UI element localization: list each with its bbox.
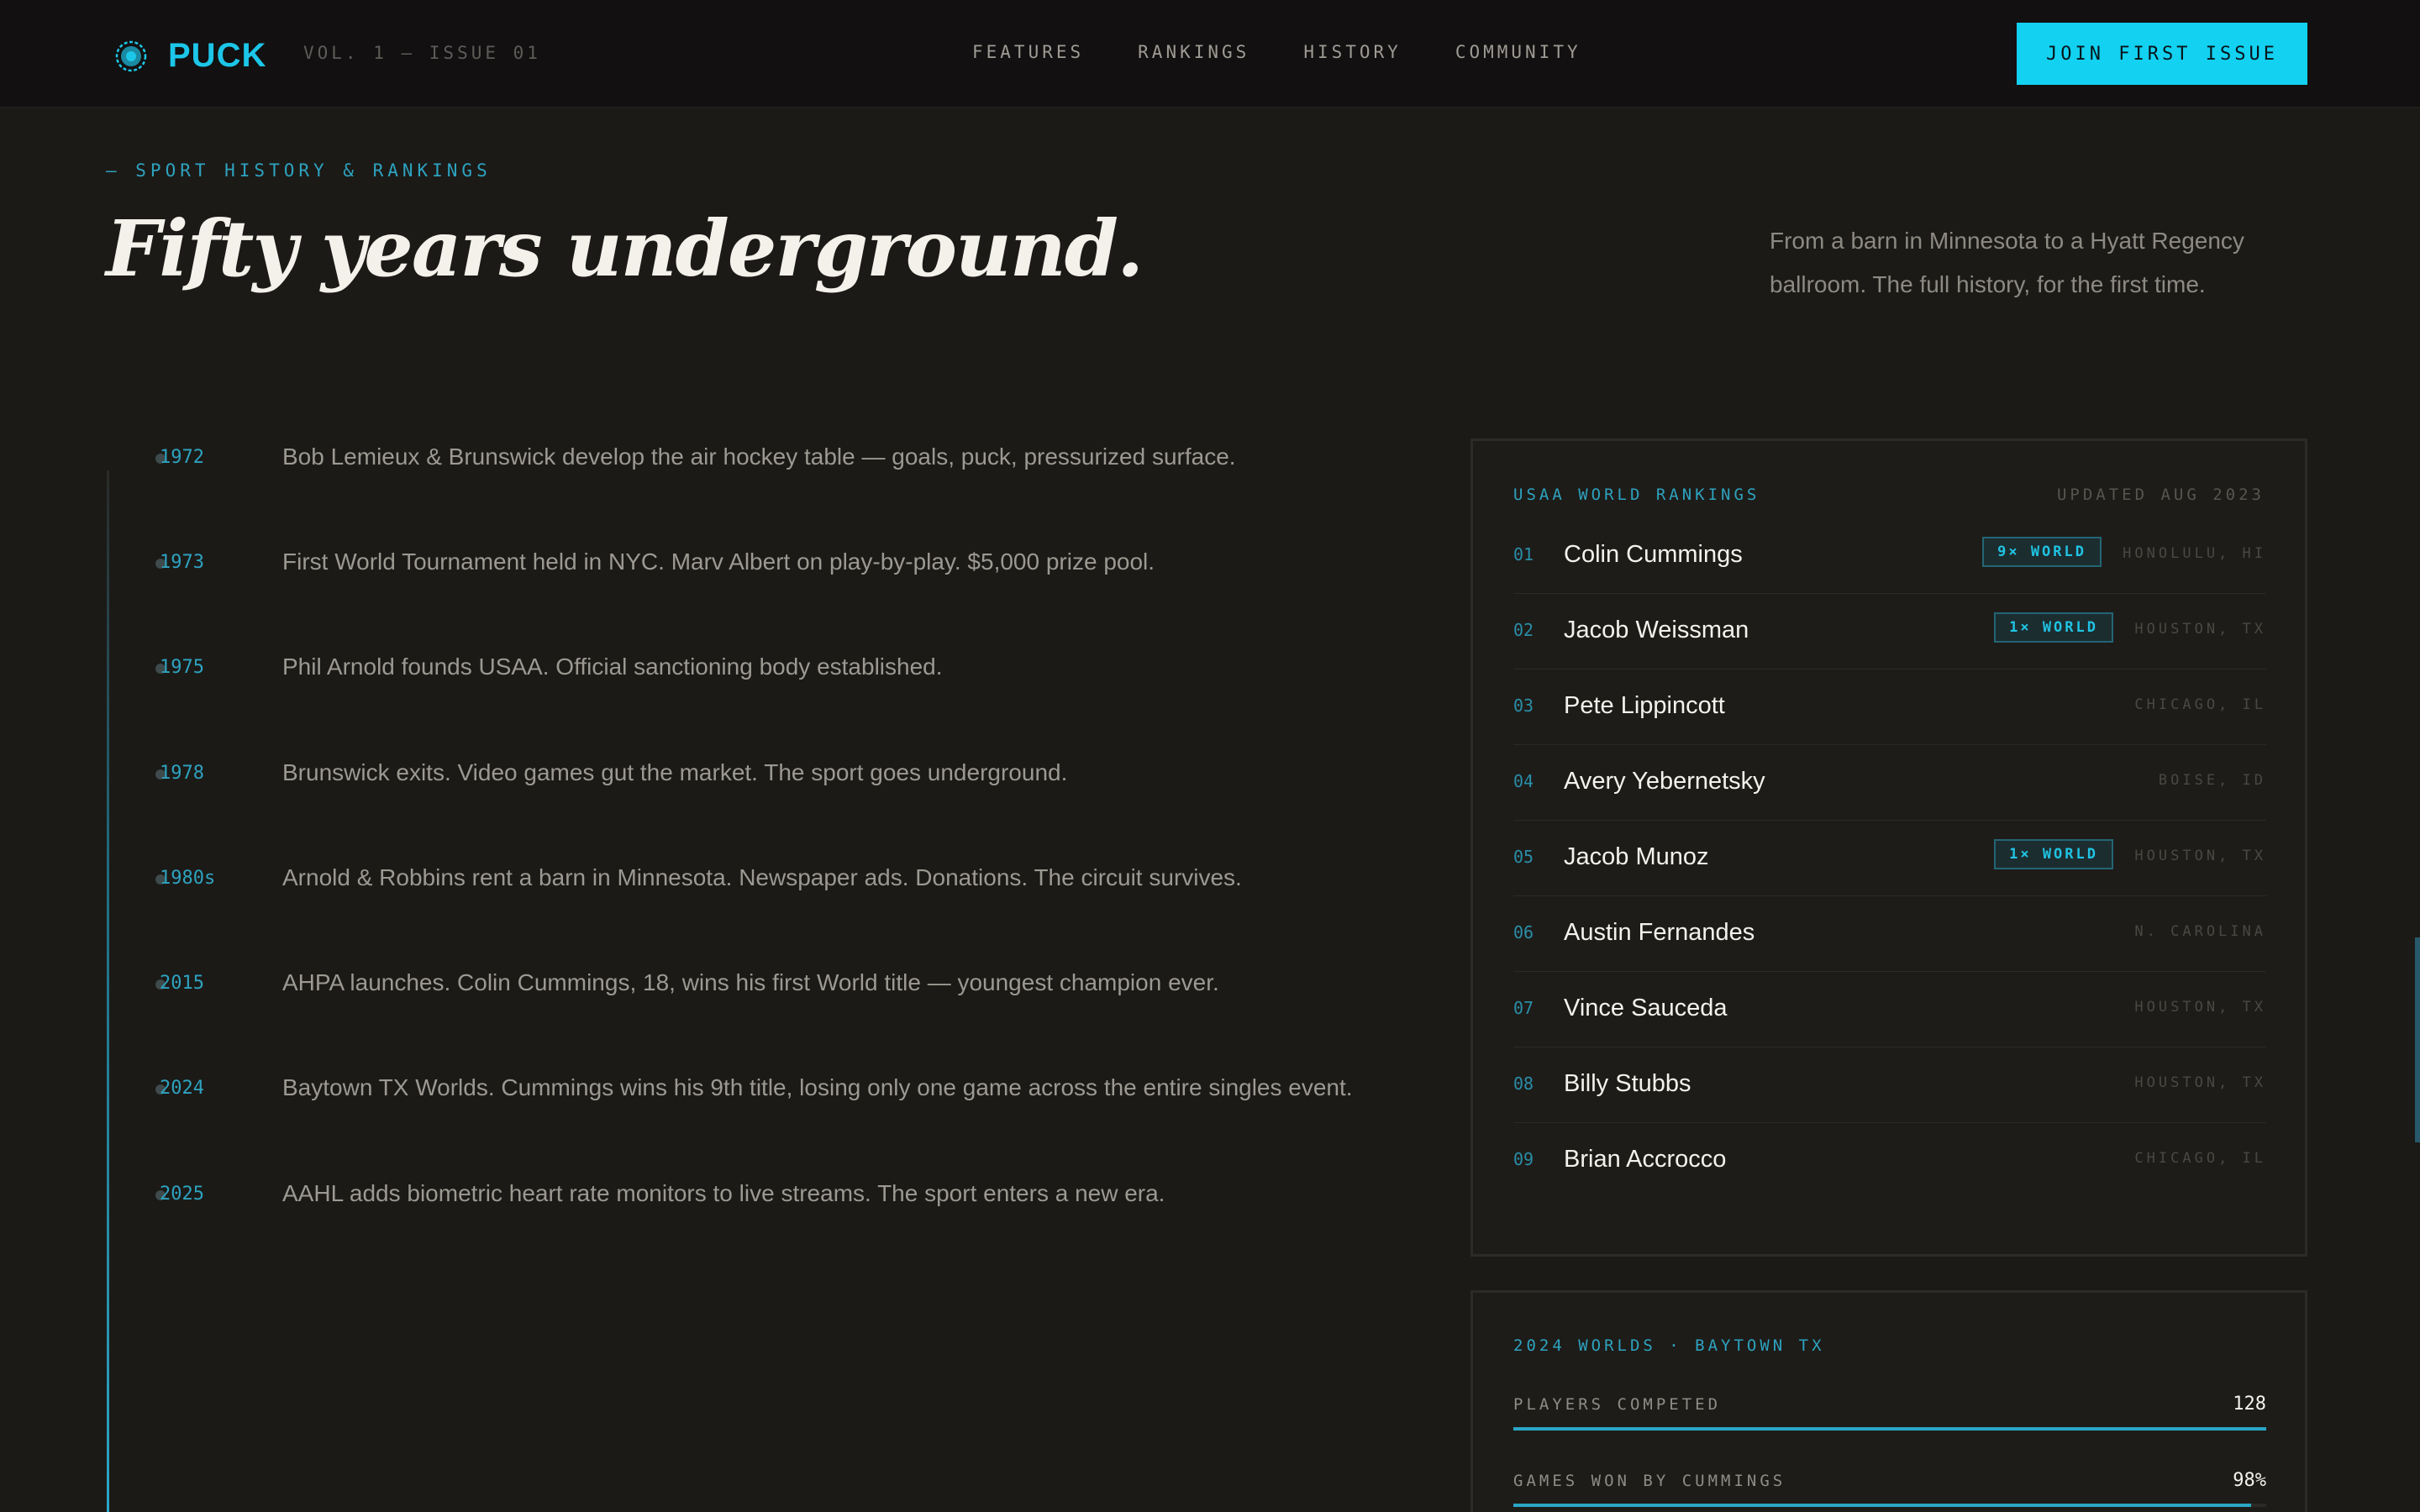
world-titles-badge: 1× WORLD bbox=[1994, 612, 2113, 643]
stat-label: PLAYERS COMPETED bbox=[1513, 1395, 1722, 1414]
rank-number: 03 bbox=[1513, 696, 1534, 716]
rank-number: 01 bbox=[1513, 544, 1534, 564]
player-name: Jacob Weissman bbox=[1564, 617, 1749, 643]
timeline-year: 1972 bbox=[160, 447, 204, 468]
ranking-row[interactable]: 04 Avery Yebernetsky BOISE, ID bbox=[1513, 745, 2266, 821]
nav-community[interactable]: COMMUNITY bbox=[1455, 42, 1581, 62]
player-location: HOUSTON, TX bbox=[2134, 999, 2266, 1016]
page-headline: Fifty years underground. bbox=[106, 203, 1144, 294]
ranking-row[interactable]: 02 Jacob Weissman 1× WORLD HOUSTON, TX bbox=[1513, 594, 2266, 669]
stat-bar-track bbox=[1513, 1504, 2266, 1507]
world-titles-badge: 9× WORLD bbox=[1982, 537, 2102, 567]
rank-number: 05 bbox=[1513, 847, 1534, 867]
player-location: CHICAGO, IL bbox=[2134, 696, 2266, 713]
rank-number: 08 bbox=[1513, 1074, 1534, 1094]
timeline-year: 2024 bbox=[160, 1078, 204, 1099]
rank-number: 07 bbox=[1513, 998, 1534, 1018]
section-eyebrow: — SPORT HISTORY & RANKINGS bbox=[106, 160, 492, 181]
player-name: Jacob Munoz bbox=[1564, 843, 1709, 870]
player-name: Brian Accrocco bbox=[1564, 1146, 1727, 1173]
stat-bar-fill bbox=[1513, 1427, 2266, 1431]
worlds-stats-card: 2024 WORLDS · BAYTOWN TX PLAYERS COMPETE… bbox=[1470, 1290, 2307, 1512]
player-location: HONOLULU, HI bbox=[2123, 545, 2266, 562]
player-location: BOISE, ID bbox=[2158, 772, 2266, 789]
player-name: Colin Cummings bbox=[1564, 541, 1743, 568]
nav-history[interactable]: HISTORY bbox=[1303, 42, 1402, 62]
player-name: Billy Stubbs bbox=[1564, 1070, 1691, 1097]
player-name: Austin Fernandes bbox=[1564, 919, 1755, 946]
rankings-title: USAA WORLD RANKINGS bbox=[1513, 486, 1760, 504]
ranking-row[interactable]: 03 Pete Lippincott CHICAGO, IL bbox=[1513, 669, 2266, 745]
rank-number: 02 bbox=[1513, 620, 1534, 640]
rankings-updated: UPDATED AUG 2023 bbox=[2056, 486, 2265, 504]
player-location: HOUSTON, TX bbox=[2134, 621, 2266, 638]
timeline-year: 1973 bbox=[160, 552, 204, 573]
nav-features[interactable]: FEATURES bbox=[972, 42, 1084, 62]
player-location: N. CAROLINA bbox=[2134, 923, 2266, 940]
world-titles-badge: 1× WORLD bbox=[1994, 839, 2113, 869]
intro-paragraph: From a barn in Minnesota to a Hyatt Rege… bbox=[1770, 228, 2244, 297]
brand-logo[interactable]: PUCK bbox=[114, 37, 266, 75]
stat-games-won: GAMES WON BY CUMMINGS 98% bbox=[1513, 1470, 2266, 1512]
player-name: Pete Lippincott bbox=[1564, 692, 1725, 719]
page-scrollbar-thumb[interactable] bbox=[2415, 937, 2420, 1142]
timeline-text: Phil Arnold founds USAA. Official sancti… bbox=[282, 654, 943, 680]
player-location: HOUSTON, TX bbox=[2134, 848, 2266, 864]
rank-number: 04 bbox=[1513, 771, 1534, 791]
timeline-text: AHPA launches. Colin Cummings, 18, wins … bbox=[282, 969, 1219, 995]
ranking-row[interactable]: 05 Jacob Munoz 1× WORLD HOUSTON, TX bbox=[1513, 821, 2266, 896]
stat-bar-track bbox=[1513, 1427, 2266, 1431]
ranking-row[interactable]: 08 Billy Stubbs HOUSTON, TX bbox=[1513, 1047, 2266, 1123]
timeline-text: Arnold & Robbins rent a barn in Minnesot… bbox=[282, 864, 1242, 890]
timeline-year: 2015 bbox=[160, 973, 204, 994]
timeline-text: First World Tournament held in NYC. Marv… bbox=[282, 549, 1155, 575]
rank-number: 09 bbox=[1513, 1149, 1534, 1169]
stat-value: 98% bbox=[2233, 1470, 2266, 1491]
timeline-year: 1980s bbox=[160, 868, 216, 889]
stat-value: 128 bbox=[2233, 1394, 2266, 1415]
stat-bar-fill bbox=[1513, 1504, 2252, 1507]
ranking-row[interactable]: 01 Colin Cummings 9× WORLD HONOLULU, HI bbox=[1513, 518, 2266, 594]
puck-logo-icon bbox=[115, 40, 147, 71]
timeline-text: AAHL adds biometric heart rate monitors … bbox=[282, 1180, 1165, 1206]
player-name: Avery Yebernetsky bbox=[1564, 768, 1765, 795]
ranking-row[interactable]: 07 Vince Sauceda HOUSTON, TX bbox=[1513, 972, 2266, 1047]
join-first-issue-button[interactable]: JOIN FIRST ISSUE bbox=[2017, 23, 2307, 85]
main-nav: FEATURES RANKINGS HISTORY COMMUNITY bbox=[972, 42, 1635, 62]
timeline-text: Brunswick exits. Video games gut the mar… bbox=[282, 759, 1068, 785]
rank-number: 06 bbox=[1513, 922, 1534, 942]
timeline-year: 1975 bbox=[160, 657, 204, 678]
top-nav-bar: PUCK VOL. 1 — ISSUE 01 FEATURES RANKINGS… bbox=[0, 0, 2420, 108]
timeline-text: Baytown TX Worlds. Cummings wins his 9th… bbox=[282, 1074, 1353, 1100]
timeline-text: Bob Lemieux & Brunswick develop the air … bbox=[282, 444, 1236, 470]
ranking-row[interactable]: 09 Brian Accrocco CHICAGO, IL bbox=[1513, 1123, 2266, 1199]
ranking-row[interactable]: 06 Austin Fernandes N. CAROLINA bbox=[1513, 896, 2266, 972]
issue-label: VOL. 1 — ISSUE 01 bbox=[303, 43, 541, 63]
timeline-year: 1978 bbox=[160, 763, 204, 784]
player-name: Vince Sauceda bbox=[1564, 995, 1728, 1021]
stat-label: GAMES WON BY CUMMINGS bbox=[1513, 1472, 1786, 1490]
player-location: CHICAGO, IL bbox=[2134, 1150, 2266, 1167]
rankings-card: USAA WORLD RANKINGS UPDATED AUG 2023 01 … bbox=[1470, 438, 2307, 1257]
brand-name: PUCK bbox=[168, 37, 267, 74]
player-location: HOUSTON, TX bbox=[2134, 1074, 2266, 1091]
worlds-title: 2024 WORLDS · BAYTOWN TX bbox=[1513, 1336, 1825, 1355]
nav-rankings[interactable]: RANKINGS bbox=[1138, 42, 1249, 62]
timeline-line bbox=[107, 470, 109, 1512]
stat-players-competed: PLAYERS COMPETED 128 bbox=[1513, 1394, 2266, 1454]
timeline-year: 2025 bbox=[160, 1184, 204, 1205]
